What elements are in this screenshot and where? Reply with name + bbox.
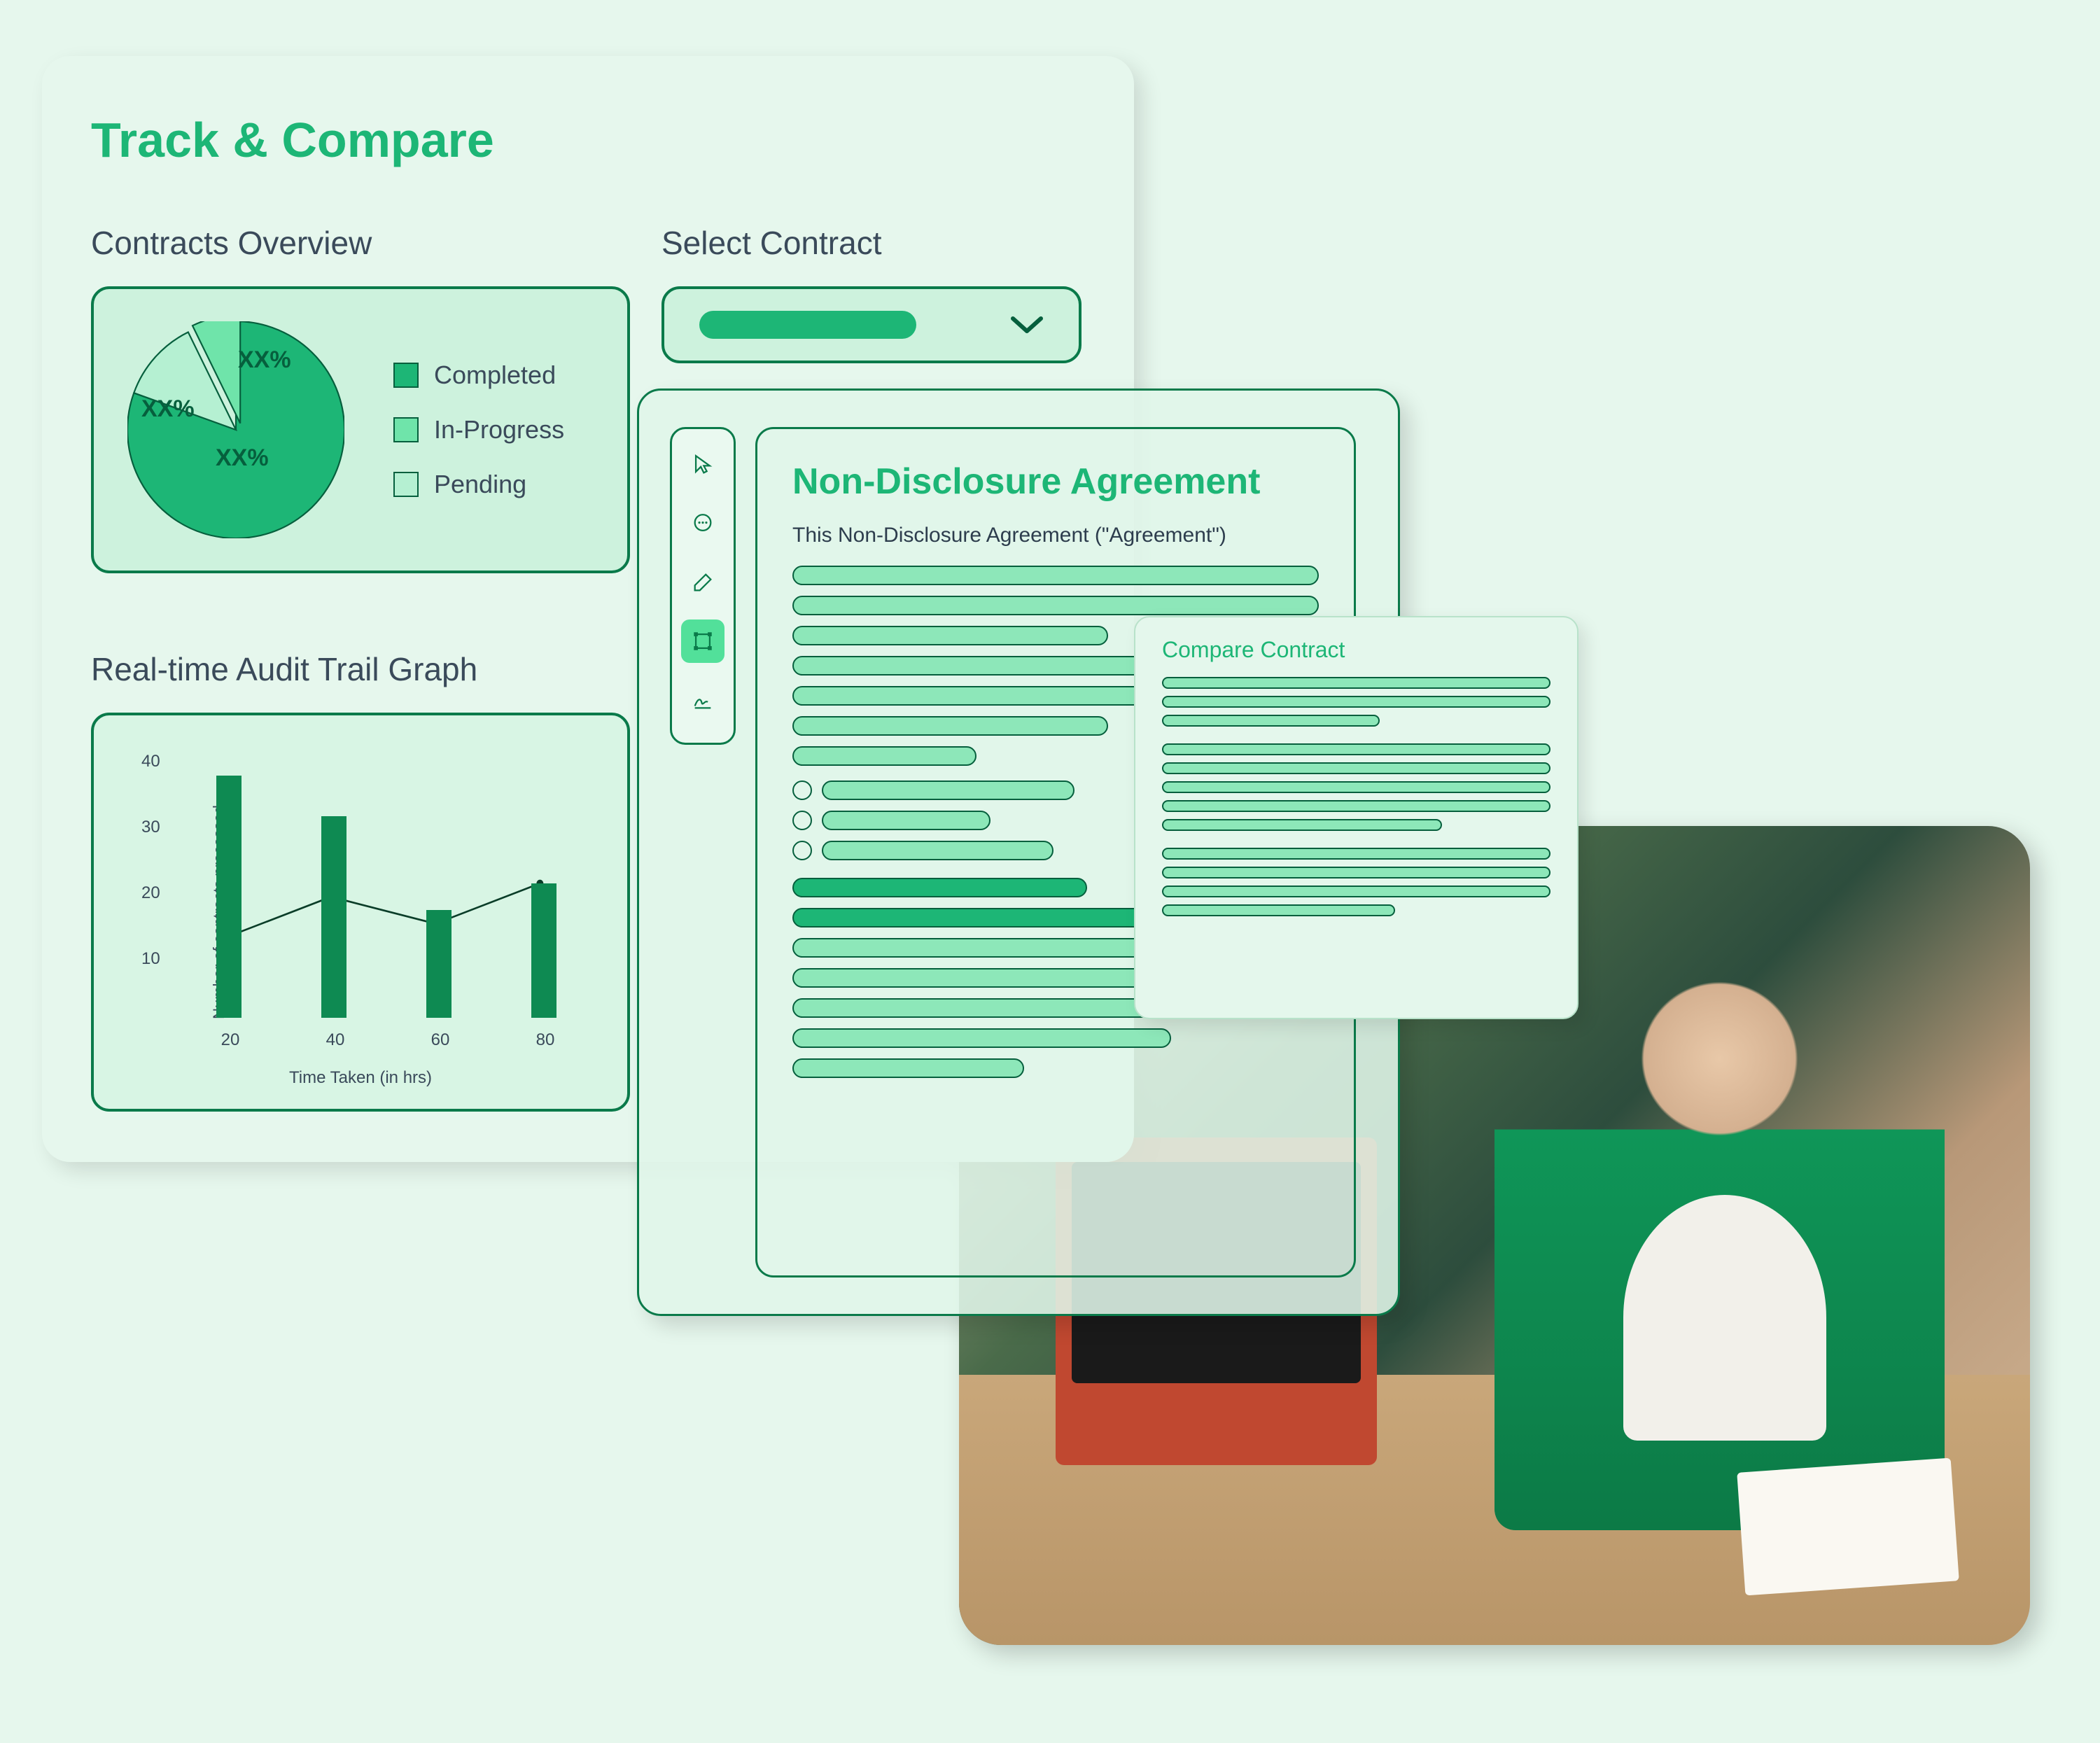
compare-line <box>1162 677 1550 689</box>
bullet-icon <box>792 841 812 860</box>
compare-line <box>1162 867 1550 878</box>
compare-line <box>1162 715 1380 727</box>
comment-tool-button[interactable] <box>681 502 724 545</box>
legend-swatch-pending <box>393 472 419 497</box>
legend-completed: Completed <box>393 360 564 390</box>
bar <box>426 910 451 1018</box>
document-line <box>792 626 1108 645</box>
pie-label-inprogress: XX% <box>238 346 291 374</box>
page-title: Track & Compare <box>91 112 1085 168</box>
y-tick: 10 <box>141 949 160 969</box>
document-line <box>822 780 1074 800</box>
x-axis-label: Time Taken (in hrs) <box>289 1068 432 1088</box>
bullet-icon <box>792 780 812 800</box>
x-tick: 20 <box>221 1030 240 1050</box>
compare-line <box>1162 696 1550 708</box>
document-line <box>792 1028 1171 1048</box>
document-line <box>792 716 1108 736</box>
pie-chart: XX% XX% XX% <box>127 321 344 538</box>
document-line <box>822 811 990 830</box>
chart-area <box>171 749 589 1018</box>
compare-line <box>1162 743 1550 755</box>
document-line-highlight <box>792 878 1087 897</box>
compare-line <box>1162 781 1550 793</box>
document-title: Non-Disclosure Agreement <box>792 461 1319 503</box>
legend-label-completed: Completed <box>434 360 556 390</box>
y-tick: 20 <box>141 883 160 903</box>
x-tick: 40 <box>326 1030 345 1050</box>
y-tick: 40 <box>141 752 160 771</box>
cursor-tool-button[interactable] <box>681 443 724 486</box>
legend-pending: Pending <box>393 470 564 499</box>
legend-swatch-inprogress <box>393 417 419 442</box>
frame-icon <box>691 629 715 653</box>
overview-box: XX% XX% XX% Completed In-Progress <box>91 286 630 573</box>
document-line <box>822 841 1054 860</box>
bar <box>531 883 556 1018</box>
editor-toolbar <box>670 427 736 745</box>
bullet-icon <box>792 811 812 830</box>
bar <box>321 816 346 1018</box>
compare-line <box>1162 800 1550 812</box>
x-tick: 80 <box>536 1030 555 1050</box>
cursor-icon <box>691 453 715 477</box>
select-value-placeholder <box>699 311 916 339</box>
pen-tool-button[interactable] <box>681 561 724 604</box>
overview-title: Contracts Overview <box>91 224 630 262</box>
pen-icon <box>691 570 715 594</box>
document-line <box>792 566 1319 585</box>
frame-tool-button[interactable] <box>681 620 724 663</box>
graph-box: Number of contracts processed 40 30 20 1… <box>91 713 630 1112</box>
comment-icon <box>691 512 715 536</box>
bar <box>216 776 241 1018</box>
compare-line <box>1162 886 1550 897</box>
pie-legend: Completed In-Progress Pending <box>393 360 564 499</box>
y-tick: 30 <box>141 818 160 837</box>
sign-tool-button[interactable] <box>681 678 724 722</box>
chevron-down-icon <box>1010 314 1044 335</box>
legend-label-inprogress: In-Progress <box>434 415 564 444</box>
document-intro-text: This Non-Disclosure Agreement ("Agreemen… <box>792 524 1319 547</box>
select-title: Select Contract <box>662 224 1082 262</box>
x-tick: 60 <box>431 1030 450 1050</box>
legend-swatch-completed <box>393 363 419 388</box>
document-line <box>792 596 1319 615</box>
compare-line <box>1162 904 1395 916</box>
compare-line <box>1162 848 1550 860</box>
compare-card: Compare Contract <box>1134 616 1578 1019</box>
compare-title: Compare Contract <box>1162 637 1550 663</box>
pie-label-completed: XX% <box>216 444 269 472</box>
pie-label-pending: XX% <box>141 396 195 423</box>
compare-line <box>1162 762 1550 774</box>
graph-title: Real-time Audit Trail Graph <box>91 650 630 688</box>
document-line <box>792 1058 1024 1078</box>
compare-line <box>1162 819 1442 831</box>
contract-select[interactable] <box>662 286 1082 363</box>
legend-label-pending: Pending <box>434 470 526 499</box>
document-line <box>792 746 976 766</box>
signature-icon <box>691 688 715 712</box>
legend-inprogress: In-Progress <box>393 415 564 444</box>
